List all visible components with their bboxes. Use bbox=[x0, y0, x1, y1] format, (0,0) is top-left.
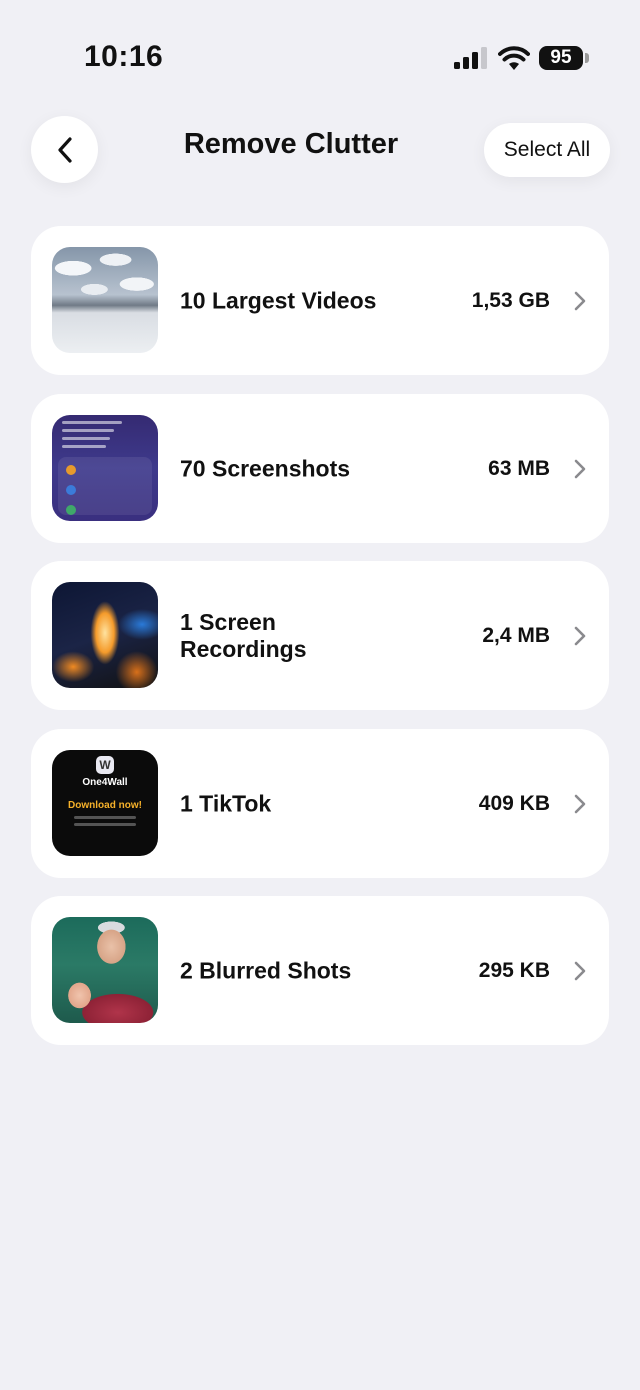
category-card-tiktok[interactable]: W One4Wall Download now! 1 TikTok 409 KB bbox=[31, 729, 609, 878]
remove-clutter-screen: 10:16 95 Remove Clutter Select All 10 La… bbox=[0, 0, 640, 1390]
battery-level: 95 bbox=[550, 47, 572, 68]
recordings-thumbnail bbox=[52, 582, 158, 688]
videos-thumbnail bbox=[52, 247, 158, 353]
category-card-largest-videos[interactable]: 10 Largest Videos 1,53 GB bbox=[31, 226, 609, 375]
one4wall-logo-icon: W bbox=[96, 756, 114, 774]
category-label: 70 Screenshots bbox=[180, 455, 351, 481]
category-label: 1 Screen Recordings bbox=[180, 608, 307, 662]
thumb-detail bbox=[62, 445, 106, 448]
thumb-brand-text: One4Wall bbox=[82, 777, 128, 788]
thumb-cta-text: Download now! bbox=[68, 800, 142, 811]
chevron-right-icon bbox=[574, 626, 586, 645]
screenshots-thumbnail bbox=[52, 415, 158, 521]
category-card-screenshots[interactable]: 70 Screenshots 63 MB bbox=[31, 394, 609, 543]
category-label: 2 Blurred Shots bbox=[180, 957, 352, 983]
thumb-detail bbox=[62, 437, 110, 440]
category-size: 409 KB bbox=[478, 791, 550, 815]
blurred-thumbnail bbox=[52, 917, 158, 1023]
category-size: 1,53 GB bbox=[471, 288, 550, 312]
category-card-screen-recordings[interactable]: 1 Screen Recordings 2,4 MB bbox=[31, 561, 609, 710]
thumb-detail bbox=[66, 505, 76, 515]
thumb-detail bbox=[66, 465, 76, 475]
category-label: 1 TikTok bbox=[180, 790, 272, 816]
battery-icon: 95 bbox=[539, 46, 583, 70]
wifi-icon bbox=[498, 46, 530, 70]
category-label: 10 Largest Videos bbox=[180, 287, 377, 313]
chevron-right-icon bbox=[574, 794, 586, 813]
thumb-detail bbox=[66, 485, 76, 495]
thumb-detail bbox=[62, 429, 114, 432]
thumb-detail bbox=[74, 823, 136, 826]
chevron-right-icon bbox=[574, 459, 586, 478]
cellular-signal-icon bbox=[454, 47, 487, 69]
thumb-detail bbox=[62, 421, 122, 424]
chevron-right-icon bbox=[574, 961, 586, 980]
chevron-right-icon bbox=[574, 291, 586, 310]
battery-nub bbox=[585, 53, 589, 63]
category-size: 63 MB bbox=[488, 456, 550, 480]
select-all-button[interactable]: Select All bbox=[484, 123, 610, 177]
category-size: 2,4 MB bbox=[482, 623, 550, 647]
category-size: 295 KB bbox=[478, 958, 550, 982]
status-bar: 10:16 95 bbox=[0, 0, 640, 110]
tiktok-thumbnail: W One4Wall Download now! bbox=[52, 750, 158, 856]
thumb-detail bbox=[74, 816, 136, 819]
status-time: 10:16 bbox=[84, 40, 164, 73]
category-card-blurred-shots[interactable]: 2 Blurred Shots 295 KB bbox=[31, 896, 609, 1045]
